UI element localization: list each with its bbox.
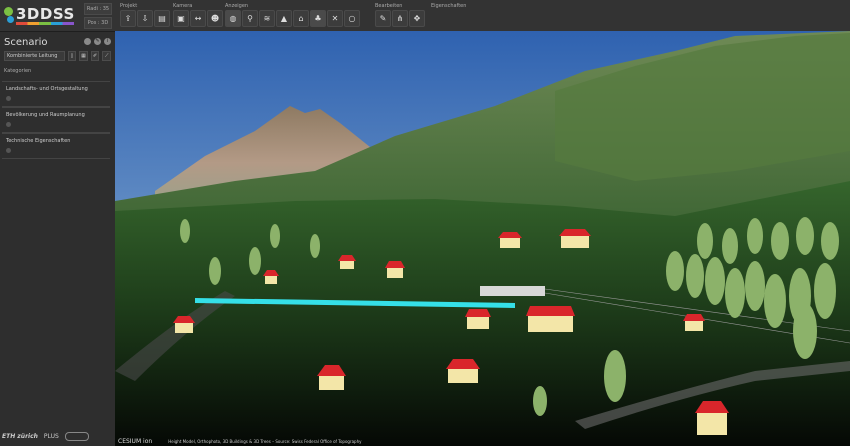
- category-item[interactable]: Landschafts- und Ortsgestaltung: [2, 81, 110, 107]
- sidebar-title-actions: ✎ i: [84, 38, 111, 45]
- data-attribution: Height Model, Orthophoto, 3D Buildings &…: [168, 439, 362, 444]
- move-icon: ✥: [413, 14, 421, 23]
- sidebar-info-button[interactable]: i: [104, 38, 111, 45]
- upload-button[interactable]: ⇪: [120, 10, 136, 27]
- tool-button[interactable]: ⟋: [102, 50, 112, 61]
- globe-outline-button[interactable]: ○: [344, 10, 360, 27]
- measure-button[interactable]: ↔: [190, 10, 206, 27]
- network-icon: ⋔: [396, 14, 404, 23]
- building-icon: ⌂: [298, 14, 304, 23]
- globe-icon: ◍: [229, 14, 237, 23]
- toolbar-group-label: Projekt: [120, 3, 138, 9]
- person-button[interactable]: ☻: [207, 10, 223, 27]
- building-button[interactable]: ⌂: [293, 10, 309, 27]
- download-button[interactable]: ⇩: [137, 10, 153, 27]
- terrain-icon: ▲: [280, 14, 288, 23]
- edit-icon: ✎: [379, 14, 387, 23]
- toolbar-group-anzeigen: Anzeigen ◍ ⚲ ≋ ▲ ⌂ ♣ ✕ ○: [225, 2, 360, 27]
- category-status-icon: [6, 96, 11, 101]
- category-label: Technische Eigenschaften: [6, 138, 71, 144]
- nav-readouts: Radi : 35 Pos : 3D: [84, 3, 112, 31]
- logo-stripes: [16, 22, 74, 25]
- measure-icon: ↔: [194, 14, 202, 23]
- category-label: Landschafts- und Ortsgestaltung: [6, 86, 88, 92]
- logo-mark-icon: [4, 7, 13, 16]
- terrain-button[interactable]: ▲: [276, 10, 292, 27]
- folder-button[interactable]: ▤: [154, 10, 170, 27]
- logo-mark-secondary-icon: [7, 16, 14, 23]
- 3d-map-viewport[interactable]: [115, 31, 850, 446]
- partner-logo-icon: [64, 431, 89, 441]
- powerline-button[interactable]: ✕: [327, 10, 343, 27]
- top-toolbar: 3DDSS Radi : 35 Pos : 3D Projekt ⇪ ⇩ ▤ K…: [0, 0, 850, 32]
- layers-icon: ≋: [263, 14, 271, 23]
- pencil-icon: ✎: [95, 38, 100, 44]
- sidebar-settings-button[interactable]: [84, 38, 91, 45]
- powerline-icon: ✕: [331, 14, 339, 23]
- partner-logos: ETH zürich PLUS: [2, 430, 112, 442]
- toolbar-group-projekt: Projekt ⇪ ⇩ ▤: [120, 2, 170, 27]
- move-button[interactable]: ✥: [409, 10, 425, 27]
- scenario-controls: Kombinierte Leitung ▯ ▦ ✐ ⟋: [4, 50, 112, 61]
- network-button[interactable]: ⋔: [392, 10, 408, 27]
- toolbar-group-label: Eigenschaften: [431, 3, 467, 9]
- globe-outline-icon: ○: [348, 14, 356, 23]
- nav-readout-position[interactable]: Pos : 3D: [84, 17, 112, 29]
- upload-icon: ⇪: [124, 14, 132, 23]
- layers-button[interactable]: ≋: [259, 10, 275, 27]
- brush-icon: ✐: [93, 52, 98, 59]
- category-status-icon: [6, 122, 11, 127]
- toolbar-group-kamera: Kamera ▣ ↔ ☻: [173, 2, 223, 27]
- nav-readout-radius[interactable]: Radi : 35: [84, 3, 112, 15]
- category-item[interactable]: Bevölkerung und Raumplanung: [2, 107, 110, 133]
- download-icon: ⇩: [141, 14, 149, 23]
- logo-text: 3DDSS: [16, 5, 75, 23]
- category-item[interactable]: Technische Eigenschaften: [2, 133, 110, 159]
- category-section-label: Kategorien: [4, 68, 32, 74]
- plus-logo: PLUS: [43, 432, 59, 440]
- toolbar-group-label: Kamera: [173, 3, 193, 9]
- camera-button[interactable]: ▣: [173, 10, 189, 27]
- document-button[interactable]: ▯: [67, 50, 77, 61]
- copy-icon: ▦: [81, 52, 86, 59]
- info-icon: i: [106, 38, 109, 44]
- walk-icon: ⚲: [247, 14, 253, 23]
- scenario-sidebar: Scenario ✎ i Kombinierte Leitung ▯ ▦ ✐ ⟋…: [0, 32, 115, 446]
- walk-button[interactable]: ⚲: [242, 10, 258, 27]
- scenario-select[interactable]: Kombinierte Leitung: [4, 50, 65, 61]
- toolbar-group-eigenschaften: Eigenschaften: [431, 2, 466, 10]
- person-icon: ☻: [210, 14, 220, 23]
- category-label: Bevölkerung und Raumplanung: [6, 112, 85, 118]
- document-icon: ▯: [70, 52, 74, 59]
- sidebar-title: Scenario: [4, 37, 48, 48]
- paint-button[interactable]: ✐: [90, 50, 100, 61]
- toolbar-group-label: Bearbeiten: [375, 3, 403, 9]
- tree-icon: ♣: [314, 14, 322, 23]
- wrench-icon: ⟋: [104, 52, 109, 59]
- tree-button[interactable]: ♣: [310, 10, 326, 27]
- eth-logo: ETH zürich: [2, 432, 38, 440]
- terrain-scene: [115, 31, 850, 446]
- sidebar-edit-button[interactable]: ✎: [94, 38, 101, 45]
- globe-button[interactable]: ◍: [225, 10, 241, 27]
- toolbar-group-label: Anzeigen: [225, 3, 249, 9]
- edit-button[interactable]: ✎: [375, 10, 391, 27]
- cesium-credit[interactable]: CESIUM ion: [118, 438, 152, 445]
- copy-button[interactable]: ▦: [79, 50, 88, 61]
- category-status-icon: [6, 148, 11, 153]
- substation: [480, 286, 545, 296]
- toolbar-group-bearbeiten: Bearbeiten ✎ ⋔ ✥: [375, 2, 425, 27]
- folder-icon: ▤: [158, 14, 166, 23]
- camera-icon: ▣: [177, 14, 185, 23]
- map-credits: CESIUM ion Height Model, Orthophoto, 3D …: [115, 437, 850, 446]
- app-logo: 3DDSS: [4, 5, 80, 27]
